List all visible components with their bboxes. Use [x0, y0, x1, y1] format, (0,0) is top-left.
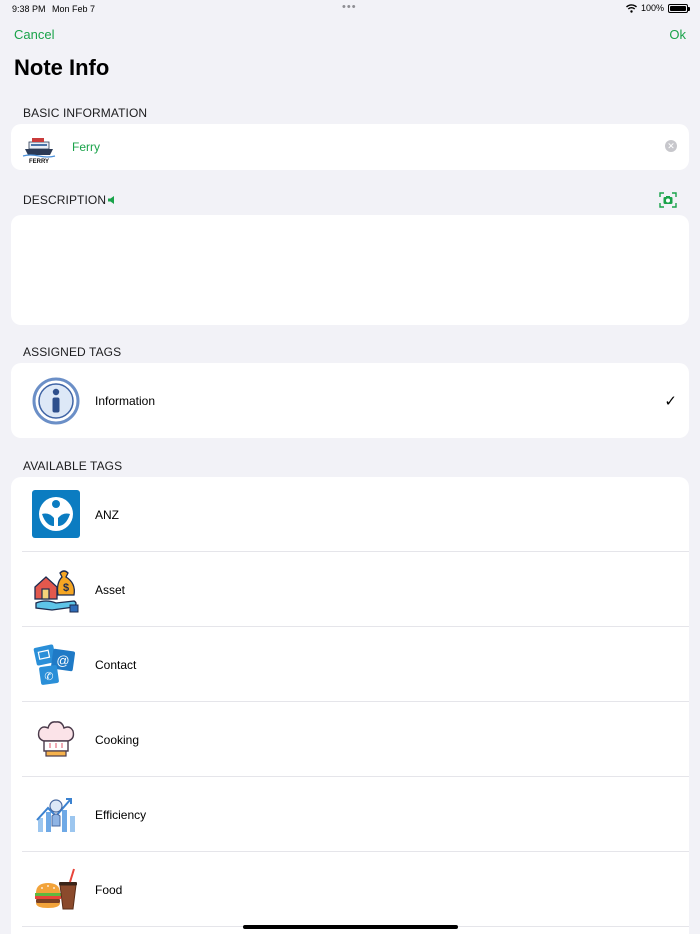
checkmark-icon: ✓: [664, 393, 677, 410]
efficiency-icon: [36, 798, 75, 832]
contact-icon: @ ✆: [33, 644, 76, 685]
tag-label: Contact: [95, 658, 137, 672]
section-header-basic: BASIC INFORMATION: [23, 106, 148, 120]
scan-camera-icon[interactable]: [659, 192, 677, 208]
tag-row-food[interactable]: Food: [11, 852, 689, 927]
section-header-assigned: ASSIGNED TAGS: [23, 345, 122, 359]
asset-icon: $: [34, 570, 79, 613]
speaker-icon[interactable]: [107, 195, 117, 205]
section-header-description: DESCRIPTION: [23, 193, 107, 207]
multitasking-dots[interactable]: •••: [342, 1, 357, 13]
svg-text:@: @: [56, 653, 69, 668]
tag-label: Food: [95, 883, 123, 897]
battery-percent: 100%: [640, 3, 664, 13]
ok-button[interactable]: Ok: [669, 27, 686, 42]
section-header-available: AVAILABLE TAGS: [23, 459, 123, 473]
chef-hat-icon: [37, 721, 75, 757]
home-indicator[interactable]: [243, 925, 458, 929]
tag-row-cooking[interactable]: Cooking: [11, 702, 689, 777]
tag-row-asset[interactable]: $ Asset: [11, 552, 689, 627]
svg-text:$: $: [63, 582, 69, 594]
page-title: Note Info: [14, 55, 110, 80]
svg-text:✆: ✆: [44, 670, 53, 683]
description-textarea[interactable]: [11, 215, 689, 325]
status-time: 9:38 PM: [12, 4, 46, 14]
assigned-tag-row[interactable]: Information ✓: [11, 363, 689, 438]
tag-row-efficiency[interactable]: Efficiency: [11, 777, 689, 852]
food-icon: [35, 868, 77, 910]
tag-label: Information: [95, 394, 156, 408]
clear-icon[interactable]: ✕: [665, 140, 677, 152]
tag-label: ANZ: [95, 508, 119, 522]
available-tags-list: ANZ $ Asset @ ✆ Contact Cooking Efficien…: [11, 477, 689, 934]
tag-row-contact[interactable]: @ ✆ Contact: [11, 627, 689, 702]
tag-label: Asset: [95, 583, 126, 597]
basic-info-card: FERRY Ferry ✕: [11, 124, 689, 170]
name-field[interactable]: Ferry: [72, 140, 100, 154]
tag-label: Efficiency: [95, 808, 147, 822]
tag-row-anz[interactable]: ANZ: [11, 477, 689, 552]
status-bar: 9:38 PM Mon Feb 7 ••• 100%: [0, 0, 700, 18]
status-indicators: 100%: [625, 3, 690, 13]
cancel-button[interactable]: Cancel: [14, 27, 54, 42]
battery-icon: [668, 3, 690, 13]
info-icon: [32, 377, 80, 425]
status-date: Mon Feb 7: [52, 4, 96, 14]
anz-icon: [32, 490, 80, 538]
ferry-thumbnail[interactable]: FERRY: [21, 129, 57, 165]
tag-label: Cooking: [95, 733, 140, 747]
svg-text:FERRY: FERRY: [29, 159, 49, 165]
wifi-icon: [625, 3, 637, 13]
